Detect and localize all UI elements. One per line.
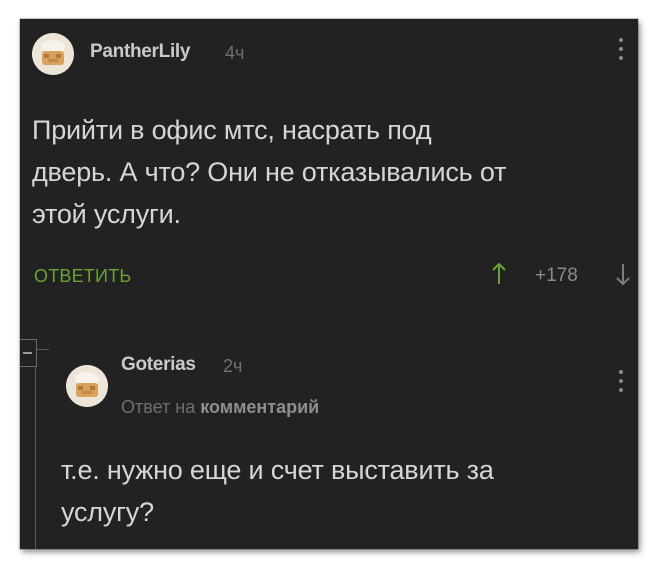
- reply-prefix: Ответ на: [121, 397, 196, 417]
- comment-username[interactable]: PantherLily: [90, 41, 190, 63]
- reply-target-link[interactable]: комментарий: [200, 397, 319, 417]
- avatar[interactable]: [66, 365, 108, 407]
- reply-time: 2ч: [223, 356, 243, 376]
- comment-line: услугу?: [61, 497, 154, 527]
- reply-to-label: Ответ на комментарий: [121, 397, 319, 418]
- avatar-cat-icon: [66, 365, 108, 407]
- comment-line: Прийти в офис мтс, насрать под: [32, 115, 432, 145]
- arrow-up-icon[interactable]: [492, 262, 506, 289]
- comment-score: +178: [535, 265, 578, 286]
- more-options-icon[interactable]: [618, 370, 624, 396]
- reply-button[interactable]: ОТВЕТИТЬ: [34, 266, 131, 287]
- reply-body: т.е. нужно еще и счет выставить за услуг…: [61, 449, 494, 533]
- reply-username[interactable]: Goterias: [121, 354, 196, 376]
- comment-body: Прийти в офис мтс, насрать под дверь. А …: [32, 109, 506, 235]
- comment-thread: PantherLily 4ч Прийти в офис мтс, насрат…: [20, 19, 638, 549]
- more-options-icon[interactable]: [618, 38, 624, 64]
- avatar-cat-icon: [32, 33, 74, 75]
- thread-branch: [35, 349, 49, 350]
- comment-line: дверь. А что? Они не отказывались от: [32, 157, 507, 187]
- collapse-button[interactable]: [20, 339, 37, 367]
- avatar[interactable]: [32, 33, 74, 75]
- comment-line: этой услуги.: [32, 199, 181, 229]
- comment-line: т.е. нужно еще и счет выставить за: [61, 455, 494, 485]
- thread-line: [35, 349, 36, 549]
- arrow-down-icon[interactable]: [616, 263, 630, 289]
- comment-time: 4ч: [225, 43, 245, 63]
